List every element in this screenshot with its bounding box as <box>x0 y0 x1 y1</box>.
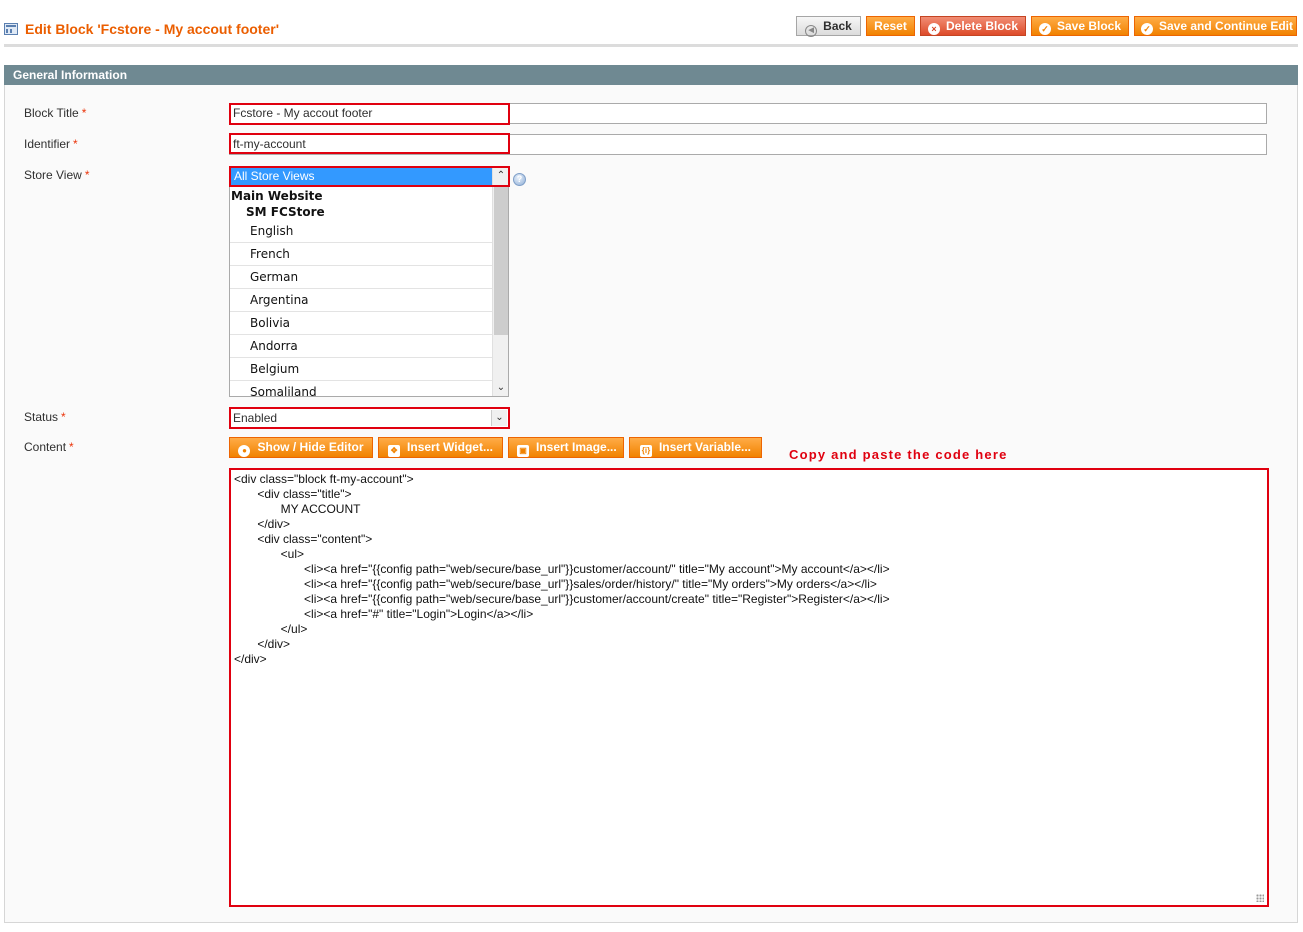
store-view-multiselect[interactable]: All Store Views Main Website SM FCStore … <box>229 166 509 397</box>
content-textarea[interactable]: <div class="block ft-my-account"> <div c… <box>229 468 1269 907</box>
content-code: <div class="block ft-my-account"> <div c… <box>234 472 890 666</box>
content-label: Content * <box>24 440 74 454</box>
reset-button[interactable]: Reset <box>866 16 915 36</box>
scroll-down-icon[interactable]: ⌄ <box>493 379 508 396</box>
annotation-note: Copy and paste the code here <box>789 447 1008 462</box>
delete-block-button[interactable]: × Delete Block <box>920 16 1026 36</box>
insert-variable-button[interactable]: {i} Insert Variable... <box>629 437 762 458</box>
check-icon: ✓ <box>1038 23 1051 35</box>
help-icon[interactable]: ? <box>513 173 526 186</box>
store-view-option[interactable]: Andorra <box>230 335 492 358</box>
chevron-down-icon: ⌄ <box>491 410 507 426</box>
status-label: Status * <box>24 410 66 424</box>
identifier-input[interactable]: ft-my-account <box>229 134 1267 155</box>
store-view-option[interactable]: Bolivia <box>230 312 492 335</box>
page-title: Edit Block 'Fcstore - My accout footer' <box>25 21 280 37</box>
store-view-scrollbar[interactable]: ⌃ ⌄ <box>492 167 508 396</box>
identifier-label: Identifier * <box>24 137 78 151</box>
delete-icon: × <box>927 23 940 35</box>
save-and-continue-button[interactable]: ✓ Save and Continue Edit <box>1134 16 1297 36</box>
store-view-group-store: SM FCStore <box>246 205 325 219</box>
store-view-option[interactable]: English <box>230 220 492 243</box>
variable-icon: {i} <box>639 445 652 457</box>
back-arrow-icon: ◀ <box>805 25 818 37</box>
store-view-option[interactable]: French <box>230 243 492 266</box>
show-hide-editor-button[interactable]: ● Show / Hide Editor <box>229 437 373 458</box>
store-view-label: Store View * <box>24 168 90 182</box>
store-view-option[interactable]: Somaliland <box>230 381 492 396</box>
resize-grip-icon[interactable] <box>1256 894 1264 902</box>
store-view-option-selected[interactable]: All Store Views <box>230 167 492 186</box>
eye-icon: ● <box>238 445 251 457</box>
block-title-input[interactable]: Fcstore - My accout footer <box>229 103 1267 124</box>
store-view-option[interactable]: Belgium <box>230 358 492 381</box>
grid-icon <box>4 23 18 35</box>
widget-icon: ✥ <box>388 445 401 457</box>
section-title: General Information <box>4 65 1298 85</box>
store-view-option[interactable]: German <box>230 266 492 289</box>
store-view-option[interactable]: Argentina <box>230 289 492 312</box>
store-view-group-website: Main Website <box>231 189 323 203</box>
insert-widget-button[interactable]: ✥ Insert Widget... <box>378 437 503 458</box>
back-button[interactable]: ◀ Back <box>796 16 861 37</box>
block-title-label: Block Title * <box>24 106 87 120</box>
status-select[interactable]: Enabled ⌄ <box>229 408 509 428</box>
scroll-up-icon[interactable]: ⌃ <box>493 167 508 184</box>
image-icon: ▣ <box>517 445 529 457</box>
insert-image-button[interactable]: ▣ Insert Image... <box>508 437 624 458</box>
check-icon: ✓ <box>1141 23 1153 35</box>
header-divider <box>4 44 1298 47</box>
scrollbar-thumb[interactable] <box>494 185 508 335</box>
save-block-button[interactable]: ✓ Save Block <box>1031 16 1129 36</box>
